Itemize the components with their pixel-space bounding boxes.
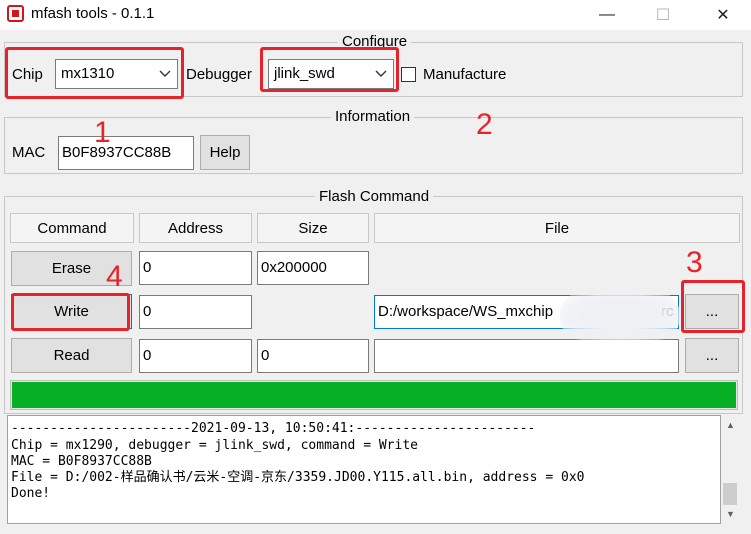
scroll-down-arrow-icon[interactable]: ▼ [721,506,740,522]
information-group-title: Information [331,108,415,125]
window-title: mfash tools - 0.1.1 [31,5,155,22]
write-address-field[interactable]: 0 [139,295,252,329]
read-browse-button[interactable]: ... [685,338,739,373]
erase-address-value: 0 [143,259,152,276]
read-address-value: 0 [143,347,152,364]
scrollbar-thumb[interactable] [723,483,737,505]
progress-bar-fill [12,382,736,408]
title-bar[interactable]: mfash tools - 0.1.1 — ☐ ✕ [0,0,751,30]
write-button[interactable]: Write [11,294,132,329]
erase-address-field[interactable]: 0 [139,251,252,285]
chip-select[interactable]: mx1310 [55,59,178,89]
read-button[interactable]: Read [11,338,132,373]
log-line: MAC = B0F8937CC88B [11,453,152,469]
header-file: File [374,213,740,243]
mac-label: MAC [12,144,46,161]
log-scrollbar[interactable]: ▲ ▼ [721,415,740,524]
log-lines: Done! -----------------------2021-09-13, … [8,416,720,503]
read-file-field[interactable] [374,339,679,373]
log-line: File = D:/002-样品确认书/云米-空调-京东/3359.JD00.Y… [11,470,585,486]
log-line: -----------------------2021-09-13, 10:50… [11,421,536,437]
write-file-value: D:/workspace/WS_mxchip [378,303,554,320]
manufacture-label: Manufacture [423,66,507,83]
flash-command-group-title: Flash Command [315,188,434,205]
debugger-select-value: jlink_swd [274,65,335,82]
log-output[interactable]: Done! -----------------------2021-09-13, … [7,415,721,524]
manufacture-checkbox[interactable] [401,67,416,82]
header-address: Address [139,213,252,243]
window-client-area: Configure Chip mx1310 Debugger jlink_swd… [0,30,751,534]
debugger-label: Debugger [186,66,252,83]
erase-size-value: 0x200000 [261,259,327,276]
help-button[interactable]: Help [200,135,250,170]
debugger-select[interactable]: jlink_swd [268,59,394,89]
chevron-down-icon [159,70,171,77]
close-button[interactable]: ✕ [700,0,746,30]
log-line: Chip = mx1290, debugger = jlink_swd, com… [11,437,418,453]
header-size: Size [257,213,369,243]
chevron-down-icon [375,70,387,77]
log-line: Done! [11,486,51,502]
header-command: Command [10,213,134,243]
maximize-button[interactable]: ☐ [640,0,686,30]
annotation-number-3: 3 [686,246,703,279]
app-icon [7,5,24,22]
read-address-field[interactable]: 0 [139,339,252,373]
annotation-number-4: 4 [106,260,123,293]
mac-field-value: B0F8937CC88B [62,144,172,161]
chip-label: Chip [12,66,43,83]
write-browse-button[interactable]: ... [685,294,739,329]
scroll-up-arrow-icon[interactable]: ▲ [721,417,740,433]
write-address-value: 0 [143,303,152,320]
annotation-number-1: 1 [94,116,111,149]
chip-select-value: mx1310 [61,65,115,82]
redaction-blur [560,292,680,340]
progress-bar [10,380,738,410]
read-size-value: 0 [261,347,270,364]
annotation-number-2: 2 [476,108,493,141]
mac-field[interactable]: B0F8937CC88B [58,136,194,170]
read-size-field[interactable]: 0 [257,339,369,373]
configure-group-title: Configure [338,33,412,50]
erase-size-field[interactable]: 0x200000 [257,251,369,285]
minimize-button[interactable]: — [584,0,630,30]
